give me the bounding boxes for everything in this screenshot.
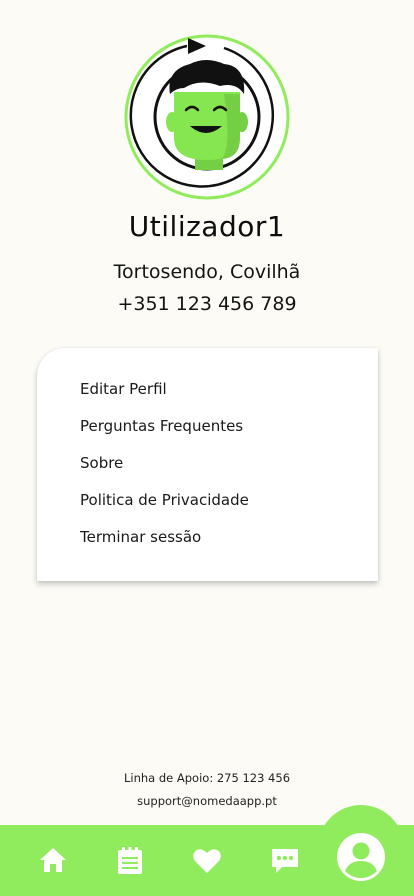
profile-location: Tortosendo, Covilhã [113, 261, 301, 283]
menu-item-edit-profile[interactable]: Editar Perfil [80, 380, 167, 398]
heart-icon[interactable] [192, 847, 222, 875]
profile-icon[interactable] [337, 833, 385, 881]
profile-menu-card: Editar Perfil Perguntas Frequentes Sobre… [37, 348, 378, 581]
support-phone-line: Linha de Apoio: 275 123 456 [123, 771, 291, 785]
chat-icon[interactable] [270, 847, 300, 875]
menu-item-about[interactable]: Sobre [80, 454, 123, 472]
profile-phone: +351 123 456 789 [117, 293, 297, 315]
menu-item-faq[interactable]: Perguntas Frequentes [80, 417, 243, 435]
profile-avatar [124, 34, 290, 200]
calendar-icon[interactable] [116, 846, 144, 876]
user-avatar-icon [124, 34, 290, 200]
home-icon[interactable] [38, 846, 68, 874]
menu-item-logout[interactable]: Terminar sessão [80, 528, 201, 546]
menu-item-privacy-policy[interactable]: Politica de Privacidade [80, 491, 249, 509]
profile-username: Utilizador1 [128, 210, 286, 243]
